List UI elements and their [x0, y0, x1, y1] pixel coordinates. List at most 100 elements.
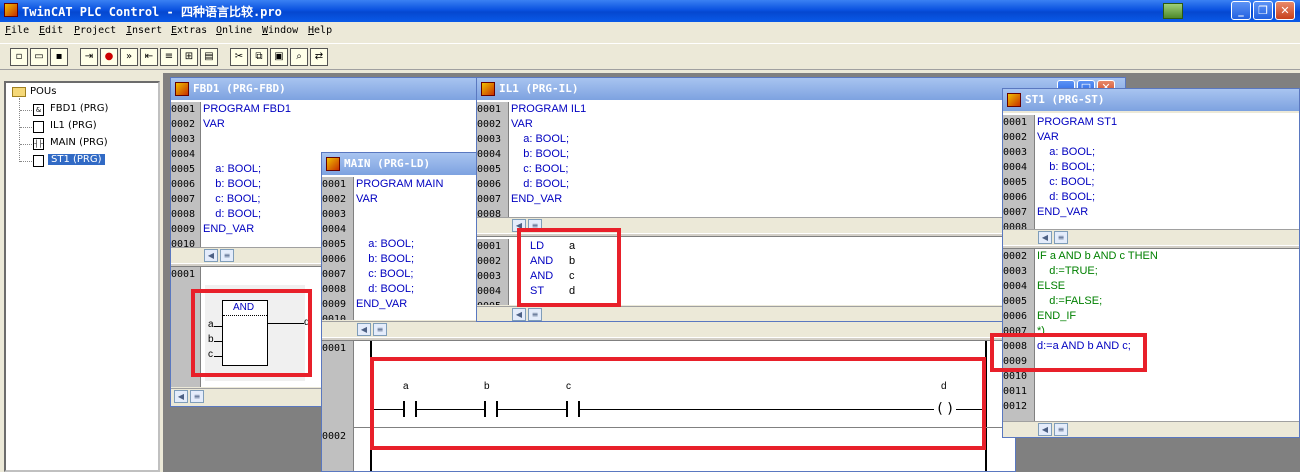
line-number: 0005: [322, 239, 347, 250]
st1-declaration-editor[interactable]: 0001 0002 0003 0004 0005 0006 0007 0008 PROGRAM…: [1003, 113, 1299, 229]
code-line: b: BOOL;: [203, 178, 262, 190]
app-title: TwinCAT PLC Control - 四种语言比较.pro: [22, 5, 282, 19]
line-number: 0008: [1003, 222, 1028, 229]
line-number: 0003: [1003, 266, 1028, 277]
scroll-thumb[interactable]: ≡: [373, 323, 387, 336]
title-bar[interactable]: TwinCAT PLC Control - 四种语言比较.pro _ ❐ ✕: [0, 0, 1300, 22]
line-number: 0003: [171, 134, 196, 145]
il-pou-icon: [33, 121, 44, 133]
menu-window[interactable]: Window: [262, 25, 298, 36]
line-number: 0001: [1003, 117, 1028, 128]
menu-online[interactable]: Online: [216, 25, 252, 36]
code-line: d: BOOL;: [203, 208, 262, 220]
scroll-thumb[interactable]: ≡: [220, 249, 234, 262]
line-number: 0002: [1003, 251, 1028, 262]
line-number: 0006: [1003, 192, 1028, 203]
scroll-left-icon[interactable]: ◀: [357, 323, 371, 336]
project-tree[interactable]: POUs & FBD1 (PRG) IL1 (PRG) ┤├ MAIN (PRG…: [4, 81, 160, 472]
window-icon-fbd1: [175, 82, 189, 96]
tree-item-il1[interactable]: IL1 (PRG): [50, 120, 97, 131]
code-line: PROGRAM ST1: [1037, 116, 1118, 128]
scroll-thumb[interactable]: ≡: [528, 308, 542, 321]
scroll-left-icon[interactable]: ◀: [204, 249, 218, 262]
cut-icon[interactable]: ✂: [230, 48, 248, 66]
window-icon-il1: [481, 82, 495, 96]
menu-insert[interactable]: Insert: [126, 25, 162, 36]
line-number: 0003: [477, 271, 502, 282]
window-st1[interactable]: ST1 (PRG-ST) 0001 0002 0003 0004 0005 0006 000…: [1002, 88, 1300, 438]
line-number: 0004: [477, 286, 502, 297]
line-number: 0007: [322, 269, 347, 280]
line-numbers: 0001 0002 0003 0004 0005 0006 0007 0008 0009 0010: [322, 177, 354, 320]
menu-bar: File Edit Project Insert Extras Online W…: [0, 22, 1300, 42]
stop-icon[interactable]: ●: [100, 48, 118, 66]
line-number: 0004: [171, 149, 196, 160]
scroll-left-icon[interactable]: ◀: [512, 308, 526, 321]
login-icon[interactable]: ⇥: [80, 48, 98, 66]
code-line: END_VAR: [356, 298, 408, 310]
close-button[interactable]: ✕: [1275, 1, 1295, 20]
menu-project[interactable]: Project: [74, 25, 116, 36]
twincat-app-icon: [4, 3, 18, 17]
ld-pou-icon: ┤├: [33, 138, 44, 150]
logout-icon[interactable]: ⇤: [140, 48, 158, 66]
toolbar: ▫ ▭ ▪ ⇥ ● » ⇤ ≡ ⊞ ▤ ✂ ⧉ ▣ ⌕ ⇄: [0, 43, 1300, 70]
st1-declaration-text: PROGRAM ST1 VAR a: BOOL; b: BOOL; c: BOOL…: [1037, 115, 1117, 229]
line-number: 0006: [477, 179, 502, 190]
tree-root-pous[interactable]: POUs: [30, 86, 56, 97]
code-line: ELSE: [1037, 280, 1066, 292]
open-icon[interactable]: ▭: [30, 48, 48, 66]
tree-item-main[interactable]: MAIN (PRG): [50, 137, 108, 148]
code-line: END_IF: [1037, 310, 1077, 322]
menu-file[interactable]: File: [5, 25, 29, 36]
scroll-thumb[interactable]: ≡: [190, 390, 204, 403]
print-icon[interactable]: ≡: [160, 48, 178, 66]
window-title-st1[interactable]: ST1 (PRG-ST): [1003, 89, 1299, 111]
new-icon[interactable]: ▫: [10, 48, 28, 66]
main-declaration-text: PROGRAM MAIN VAR a: BOOL; b: BOOL; c: BOO…: [356, 177, 443, 320]
paste-icon[interactable]: ▣: [270, 48, 288, 66]
tree-item-fbd1[interactable]: FBD1 (PRG): [50, 103, 108, 114]
compare-icon[interactable]: ▤: [200, 48, 218, 66]
window-title-fbd1[interactable]: FBD1 (PRG-FBD): [171, 78, 485, 100]
code-line: PROGRAM FBD1: [203, 103, 292, 115]
scroll-left-icon[interactable]: ◀: [174, 390, 188, 403]
highlight-box: [990, 333, 1147, 372]
line-number: 0005: [477, 299, 508, 305]
horizontal-scrollbar[interactable]: ◀ ≡: [322, 321, 1015, 337]
code-line: VAR: [203, 118, 225, 130]
replace-icon[interactable]: ⇄: [310, 48, 328, 66]
line-number: 0008: [322, 284, 347, 295]
tree-item-st1[interactable]: ST1 (PRG): [48, 154, 105, 165]
restore-button[interactable]: ❐: [1253, 1, 1273, 20]
fbd1-declaration-text: PROGRAM FBD1 VAR a: BOOL; b: BOOL; c: BOO…: [203, 102, 291, 250]
minimize-button[interactable]: _: [1231, 1, 1251, 20]
menu-edit[interactable]: Edit: [39, 25, 63, 36]
scroll-thumb[interactable]: ≡: [1054, 231, 1068, 244]
copy-icon[interactable]: ⧉: [250, 48, 268, 66]
code-line: d: BOOL;: [1037, 191, 1096, 203]
tray-icon[interactable]: [1163, 3, 1183, 19]
scroll-left-icon[interactable]: ◀: [1038, 231, 1052, 244]
code-line: VAR: [1037, 131, 1059, 143]
st1-body-text: IF a AND b AND c THEN d:=TRUE; ELSE d:=FA…: [1037, 249, 1158, 414]
save-icon[interactable]: ▪: [50, 48, 68, 66]
find-icon[interactable]: ⌕: [290, 48, 308, 66]
run-icon[interactable]: »: [120, 48, 138, 66]
menu-help[interactable]: Help: [308, 25, 332, 36]
scroll-left-icon[interactable]: ◀: [1038, 423, 1052, 436]
horizontal-scrollbar[interactable]: ◀ ≡: [1003, 421, 1299, 437]
code-line: a: BOOL;: [511, 133, 570, 145]
code-line: b: BOOL;: [511, 148, 570, 160]
menu-extras[interactable]: Extras: [171, 25, 207, 36]
horizontal-scrollbar[interactable]: ◀ ≡: [1003, 229, 1299, 245]
scroll-thumb[interactable]: ≡: [1054, 423, 1068, 436]
code-line: VAR: [511, 118, 533, 130]
line-number: 0001: [171, 104, 196, 115]
debug-icon[interactable]: ⊞: [180, 48, 198, 66]
line-number: 0005: [477, 164, 502, 175]
